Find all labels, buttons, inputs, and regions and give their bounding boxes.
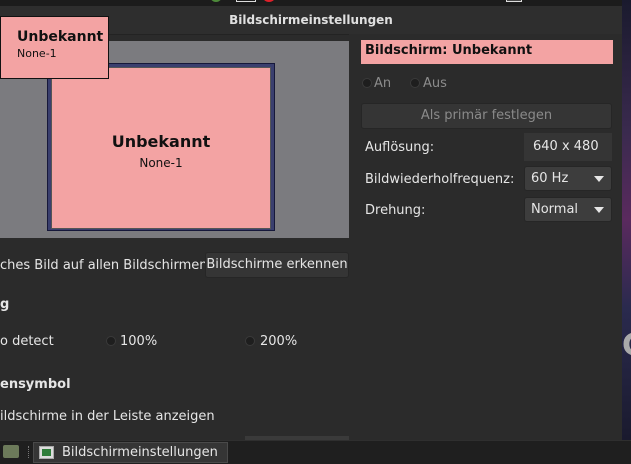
menu-icon[interactable] [210, 0, 222, 2]
display-settings-panel [349, 34, 622, 440]
tray-icon-label[interactable]: ildschirme in der Leiste anzeigen [0, 409, 215, 424]
chevron-down-icon [594, 176, 604, 182]
browser-icon[interactable] [262, 0, 276, 2]
resolution-value[interactable]: 640 x 480 [524, 133, 612, 161]
scaling-heading: g [0, 297, 10, 312]
monitor-tile[interactable]: Unbekannt None-1 [51, 67, 271, 229]
scale-200-radio-icon[interactable] [245, 336, 255, 346]
taskbar: Bildschirmeinstellungen [0, 440, 631, 464]
scale-auto-label[interactable]: o detect [0, 334, 54, 349]
rotation-value: Normal [531, 202, 579, 217]
radio-off-label[interactable]: Aus [423, 76, 447, 91]
desktop-background: C [622, 0, 631, 440]
identify-popup-output: None-1 [17, 47, 57, 60]
refresh-rate-select[interactable]: 60 Hz [524, 166, 612, 191]
taskbar-item-display-settings[interactable]: Bildschirmeinstellungen [33, 442, 228, 463]
display-header-title: Bildschirm: Unbekannt [365, 43, 533, 58]
identify-popup-name: Unbekannt [17, 29, 104, 45]
rotation-label: Drehung: [365, 203, 426, 218]
scale-100-radio-icon[interactable] [106, 336, 116, 346]
monitor-name: Unbekannt [111, 132, 211, 151]
set-primary-button[interactable]: Als primär festlegen [361, 103, 612, 129]
chevron-down-icon [594, 207, 604, 213]
radio-on-icon[interactable] [362, 78, 372, 88]
window-icon[interactable] [236, 0, 256, 2]
app-icon [39, 446, 54, 459]
taskbar-item-label: Bildschirmeinstellungen [62, 445, 218, 460]
identify-displays-button[interactable]: Bildschirme erkennen [205, 252, 349, 278]
scale-100-label[interactable]: 100% [120, 334, 157, 349]
resolution-label: Auflösung: [365, 140, 435, 155]
radio-on-label[interactable]: An [374, 76, 391, 91]
scale-200-label[interactable]: 200% [260, 334, 297, 349]
desktop-wallpaper-glyph: C [622, 328, 631, 363]
tray-icon-heading: ensymbol [0, 377, 71, 392]
refresh-rate-value: 60 Hz [531, 171, 569, 186]
display-header: Bildschirm: Unbekannt [361, 40, 613, 64]
folder-icon[interactable] [3, 445, 19, 458]
display-icon[interactable] [506, 0, 522, 2]
refresh-rate-label: Bildwiederholfrequenz: [365, 172, 515, 187]
radio-off-icon[interactable] [410, 78, 420, 88]
monitor-output: None-1 [139, 156, 183, 170]
rotation-select[interactable]: Normal [524, 197, 612, 222]
identify-popup: Unbekannt None-1 [0, 16, 109, 79]
monitor-frame[interactable]: Unbekannt None-1 [47, 63, 275, 231]
taskbar-separator [28, 446, 31, 458]
mirror-displays-label[interactable]: ches Bild auf allen Bildschirmen [0, 258, 207, 273]
